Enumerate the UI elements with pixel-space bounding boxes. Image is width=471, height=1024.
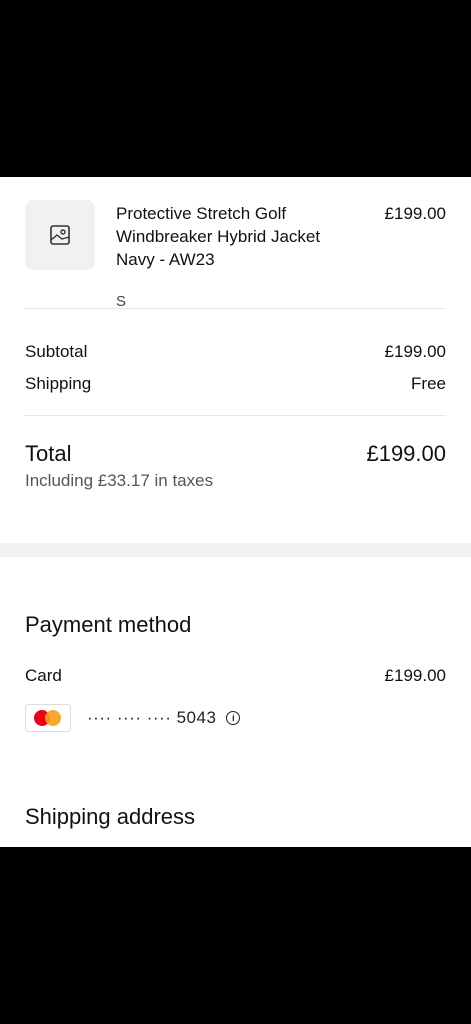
subtotal-value: £199.00: [384, 342, 446, 361]
total-value: £199.00: [366, 441, 446, 466]
total-label: Total: [25, 441, 72, 466]
order-summary-screen: Protective Stretch Golf Windbreaker Hybr…: [0, 177, 471, 847]
divider: [25, 415, 446, 416]
product-title: Protective Stretch Golf Windbreaker Hybr…: [116, 204, 321, 269]
payment-card-row: Card £199.00: [25, 666, 446, 686]
info-icon[interactable]: i: [226, 711, 241, 725]
mastercard-icon: [25, 704, 71, 732]
image-placeholder-icon: [50, 225, 70, 245]
card-details: ···· ···· ···· 5043 i: [25, 703, 241, 733]
divider: [25, 308, 446, 309]
payment-method-title: Payment method: [25, 612, 192, 637]
subtotal-label: Subtotal: [25, 342, 88, 361]
masked-card-number: ···· ···· ···· 5043: [87, 708, 217, 727]
shipping-value: Free: [411, 374, 446, 393]
order-item: Protective Stretch Golf Windbreaker Hybr…: [25, 200, 446, 310]
total-row: Total £199.00: [25, 441, 446, 467]
payment-amount: £199.00: [384, 666, 446, 685]
section-separator: [0, 543, 471, 557]
product-price: £199.00: [384, 204, 446, 223]
tax-note: Including £33.17 in taxes: [25, 471, 214, 490]
payment-method-label: Card: [25, 666, 62, 685]
product-thumbnail: [25, 200, 95, 270]
shipping-address-title: Shipping address: [25, 804, 196, 829]
subtotal-row: Subtotal £199.00: [25, 342, 446, 362]
shipping-label: Shipping: [25, 374, 92, 393]
shipping-row: Shipping Free: [25, 374, 446, 394]
